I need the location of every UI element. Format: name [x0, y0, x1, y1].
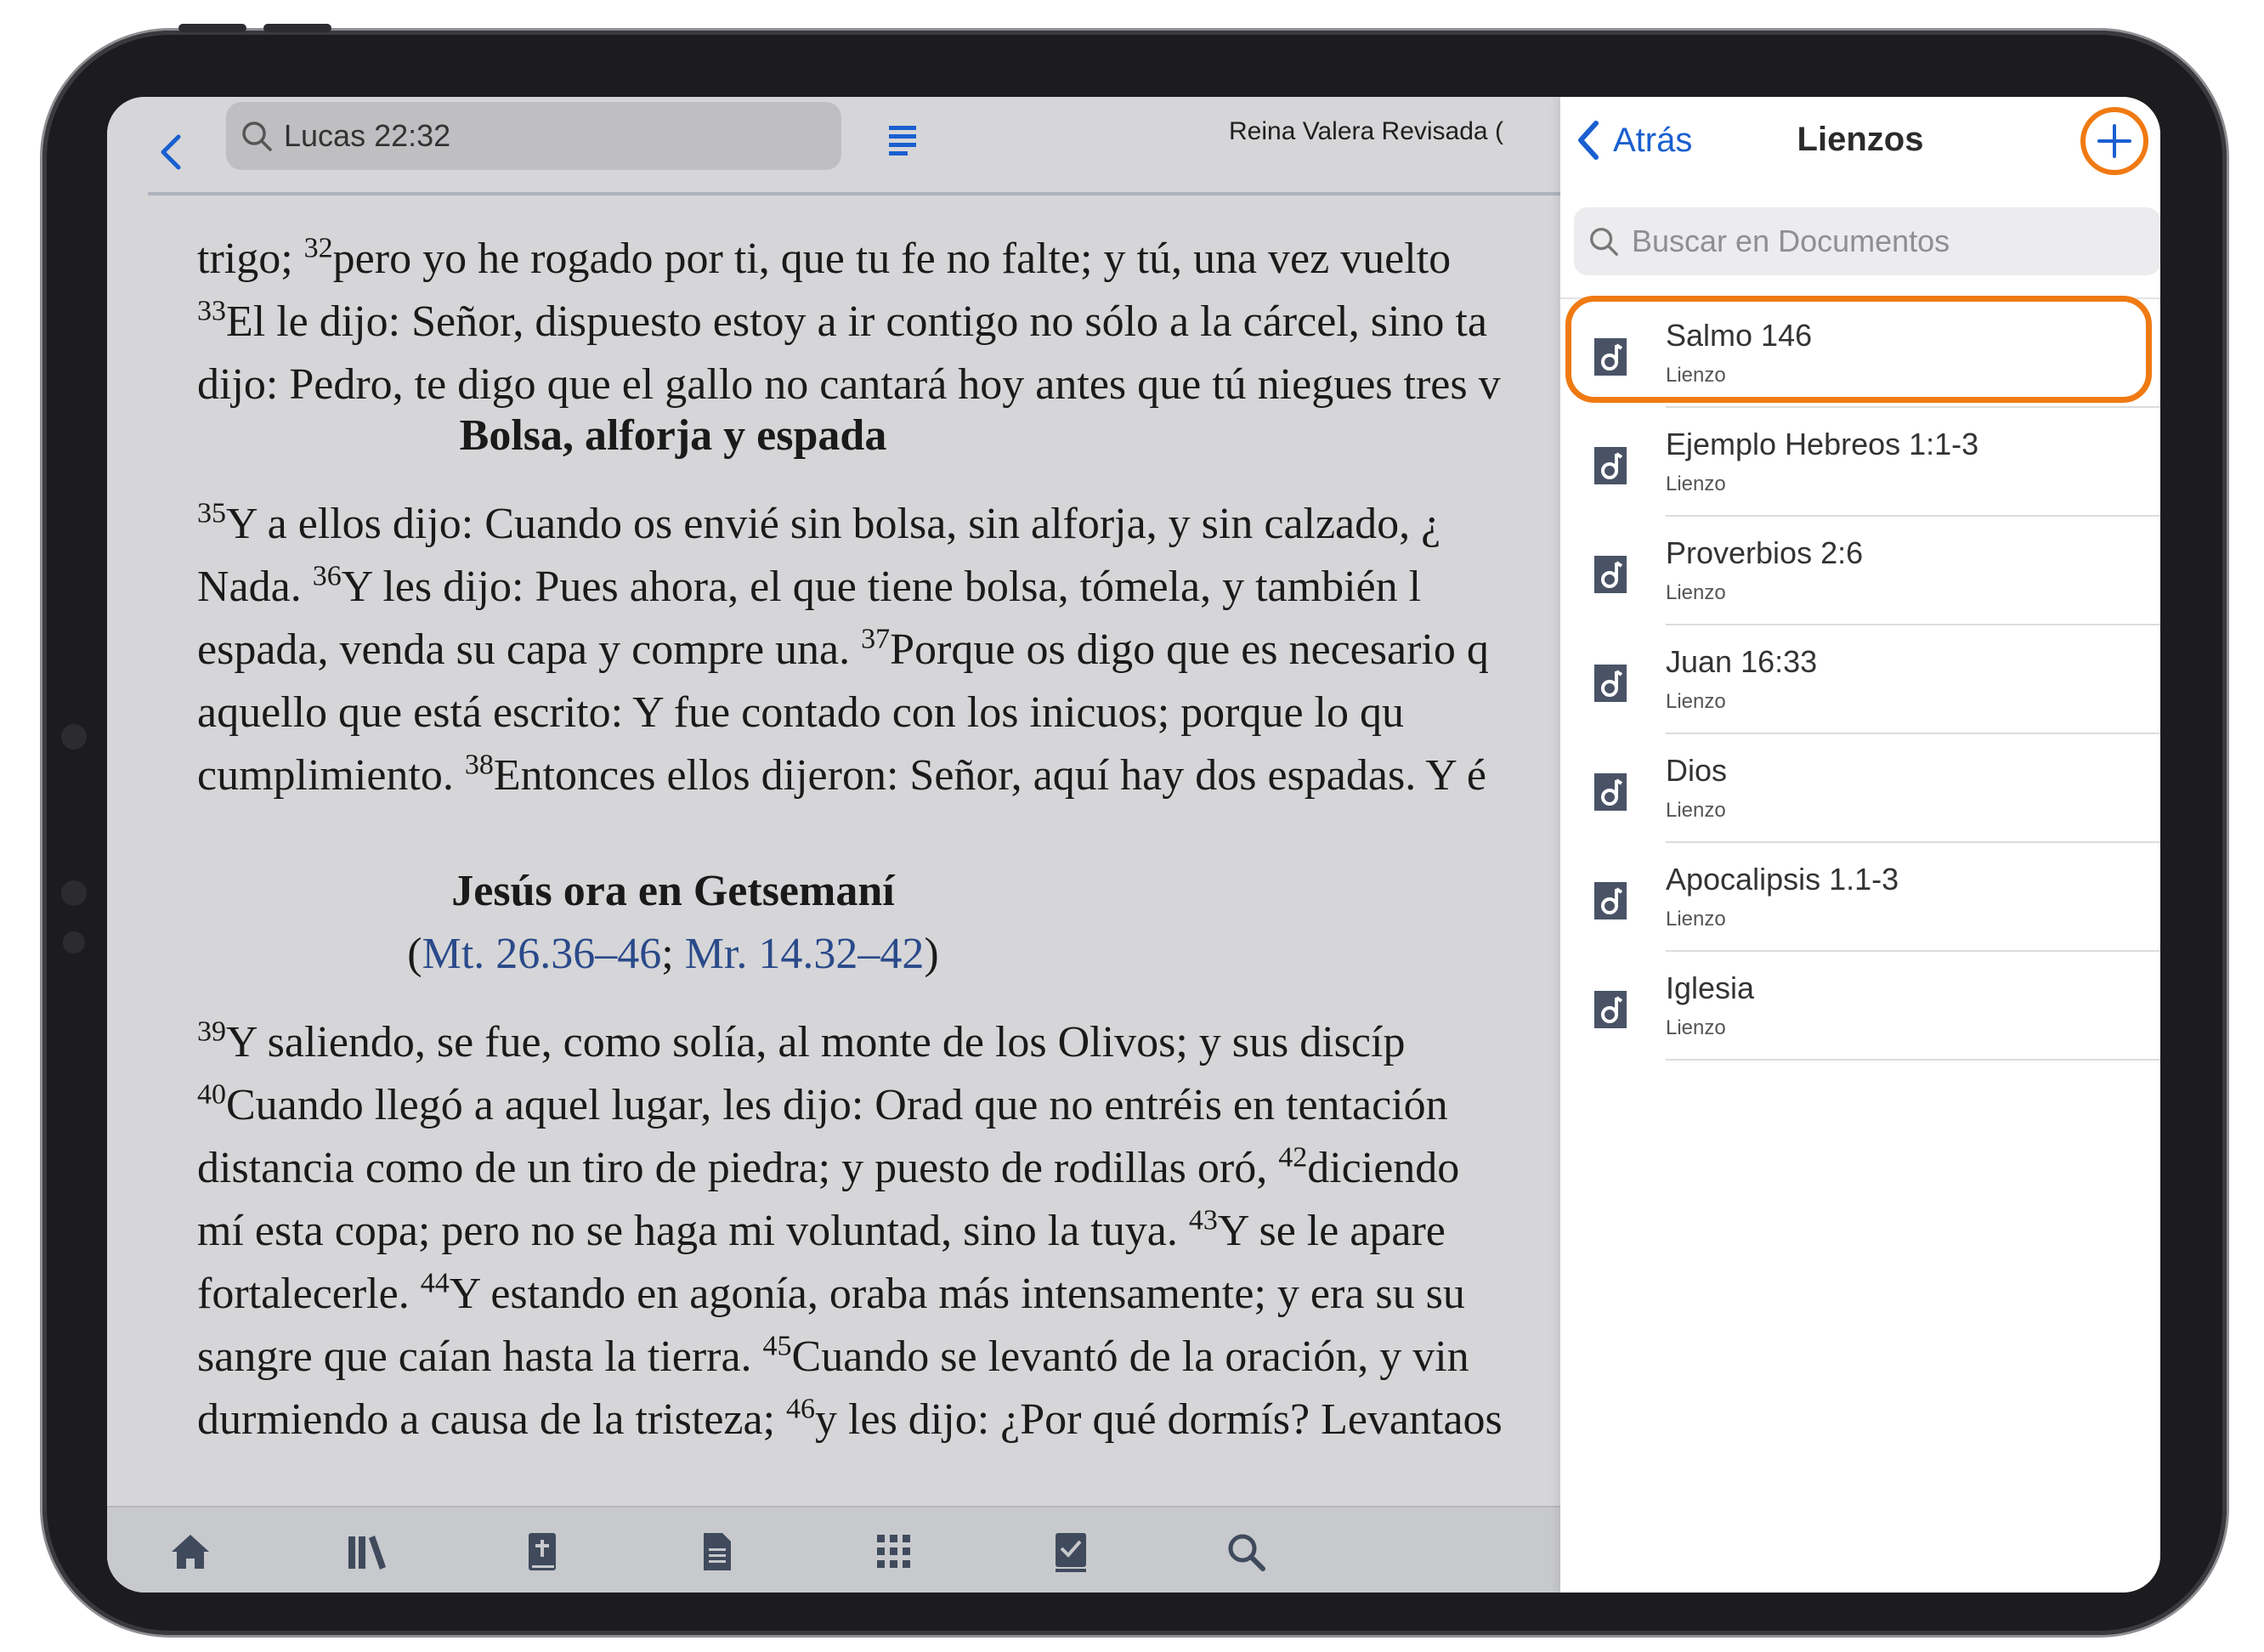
- list-item[interactable]: Iglesia Lienzo: [1560, 952, 2160, 1061]
- list-item[interactable]: Salmo 146 Lienzo: [1560, 296, 2160, 408]
- canvas-document-icon: [1594, 447, 1627, 484]
- sensor-dot: [61, 724, 87, 750]
- documents-search-input[interactable]: Buscar en Documentos: [1574, 207, 2160, 275]
- search-icon[interactable]: [1222, 1528, 1270, 1576]
- back-button[interactable]: [141, 122, 201, 182]
- reference-search-value: Lucas 22:32: [284, 118, 451, 153]
- reference-search-field[interactable]: Lucas 22:32: [226, 102, 841, 170]
- item-type: Lienzo: [1666, 799, 1726, 822]
- item-type: Lienzo: [1666, 472, 1726, 495]
- bible-icon[interactable]: [518, 1528, 566, 1576]
- canvas-list: Salmo 146 Lienzo Ejemplo Hebreos 1:1-3 L…: [1560, 296, 2160, 1061]
- plus-icon: [2097, 124, 2131, 158]
- verse-line: espada, venda su capa y compre una. 37Po…: [197, 623, 1489, 674]
- item-title: Juan 16:33: [1666, 644, 1818, 679]
- list-item[interactable]: Proverbios 2:6 Lienzo: [1560, 517, 2160, 625]
- volume-button-top-2: [263, 24, 331, 32]
- bottom-tab-bar: [107, 1506, 1560, 1593]
- volume-button-top: [178, 24, 246, 32]
- item-title: Apocalipsis 1.1-3: [1666, 862, 1899, 897]
- verse-line: Nada. 36Y les dijo: Pues ahora, el que t…: [197, 560, 1422, 611]
- item-type: Lienzo: [1666, 364, 1726, 387]
- reference-link[interactable]: Mr. 14.32–42: [685, 930, 925, 978]
- canvas-document-icon: [1594, 556, 1627, 593]
- panel-title: Lienzos: [1797, 121, 1924, 158]
- section-heading: Jesús ora en Getsemaní: [451, 867, 895, 915]
- document-icon[interactable]: [693, 1528, 741, 1576]
- verse-line: sangre que caían hasta la tierra. 45Cuan…: [197, 1330, 1469, 1381]
- canvas-document-icon: [1594, 665, 1627, 702]
- verse-line: fortalecerle. 44Y estando en agonía, ora…: [197, 1267, 1465, 1318]
- chevron-left-icon: [161, 134, 181, 170]
- library-icon[interactable]: [343, 1528, 391, 1576]
- section-heading: Bolsa, alforja y espada: [459, 411, 887, 460]
- verse-line: durmiendo a causa de la tristeza; 46y le…: [197, 1393, 1503, 1444]
- bible-text: trigo; 32pero yo he rogado por ti, que t…: [197, 224, 1560, 1593]
- reader-toolbar: Lucas 22:32 Reina Valera Revisada (: [107, 97, 1560, 224]
- verses-block-1: trigo; 32pero yo he rogado por ti, que t…: [197, 228, 1501, 416]
- verse-line: 39Y saliendo, se fue, como solía, al mon…: [197, 1016, 1406, 1066]
- list-item[interactable]: Ejemplo Hebreos 1:1-3 Lienzo: [1560, 408, 2160, 517]
- list-item[interactable]: Apocalipsis 1.1-3 Lienzo: [1560, 843, 2160, 952]
- canvas-document-icon: [1594, 882, 1627, 919]
- item-type: Lienzo: [1666, 1016, 1726, 1039]
- item-type: Lienzo: [1666, 908, 1726, 931]
- screen: Lucas 22:32 Reina Valera Revisada ( trig…: [107, 97, 2160, 1593]
- toolbar-divider: [148, 192, 1560, 195]
- add-canvas-button[interactable]: [2080, 107, 2148, 175]
- verse-line: cumplimiento. 38Entonces ellos dijeron: …: [197, 749, 1486, 800]
- magnifier-icon: [1590, 228, 1618, 256]
- item-type: Lienzo: [1666, 690, 1726, 713]
- item-title: Iglesia: [1666, 970, 1755, 1005]
- row-separator: [1666, 1059, 2160, 1061]
- list-item[interactable]: Dios Lienzo: [1560, 734, 2160, 843]
- canvas-document-icon: [1594, 773, 1627, 811]
- verse-line: trigo; 32pero yo he rogado por ti, que t…: [197, 232, 1452, 283]
- magnifier-icon: [242, 122, 272, 151]
- item-title: Proverbios 2:6: [1666, 535, 1864, 570]
- item-title: Dios: [1666, 753, 1728, 788]
- sensor-dot: [63, 931, 85, 953]
- reference-link[interactable]: Mt. 26.36–46: [422, 930, 662, 978]
- verses-block-3: 39Y saliendo, se fue, como solía, al mon…: [197, 1011, 1503, 1451]
- verse-line: mí esta copa; pero no se haga mi volunta…: [197, 1204, 1446, 1255]
- apps-grid-icon[interactable]: [870, 1528, 918, 1576]
- bible-version-label[interactable]: Reina Valera Revisada (: [1229, 117, 1503, 146]
- item-type: Lienzo: [1666, 581, 1726, 604]
- item-title: Ejemplo Hebreos 1:1-3: [1666, 427, 1979, 461]
- list-item[interactable]: Juan 16:33 Lienzo: [1560, 625, 2160, 734]
- verses-block-2: 35Y a ellos dijo: Cuando os envié sin bo…: [197, 493, 1489, 807]
- sensor-dot: [61, 880, 87, 906]
- verse-line: distancia como de un tiro de piedra; y p…: [197, 1141, 1460, 1192]
- table-of-contents-icon[interactable]: [877, 116, 928, 163]
- verse-line: 40Cuando llegó a aquel lugar, les dijo: …: [197, 1078, 1448, 1129]
- item-title: Salmo 146: [1666, 318, 1813, 353]
- search-placeholder: Buscar en Documentos: [1632, 223, 1950, 258]
- checklist-icon[interactable]: [1047, 1528, 1095, 1576]
- parallel-references: (Mt. 26.36–46; Mr. 14.32–42): [407, 930, 939, 978]
- reader-pane: Lucas 22:32 Reina Valera Revisada ( trig…: [107, 97, 1560, 1593]
- canvas-document-icon: [1594, 338, 1627, 376]
- verse-line: 33El le dijo: Señor, dispuesto estoy a i…: [197, 295, 1487, 346]
- verse-line: 35Y a ellos dijo: Cuando os envié sin bo…: [197, 497, 1441, 548]
- canvas-document-icon: [1594, 991, 1627, 1028]
- canvases-panel: Atrás Lienzos Buscar en Documentos Salmo…: [1560, 97, 2160, 1593]
- home-icon[interactable]: [167, 1528, 214, 1576]
- verse-line: aquello que está escrito: Y fue contado …: [197, 688, 1404, 737]
